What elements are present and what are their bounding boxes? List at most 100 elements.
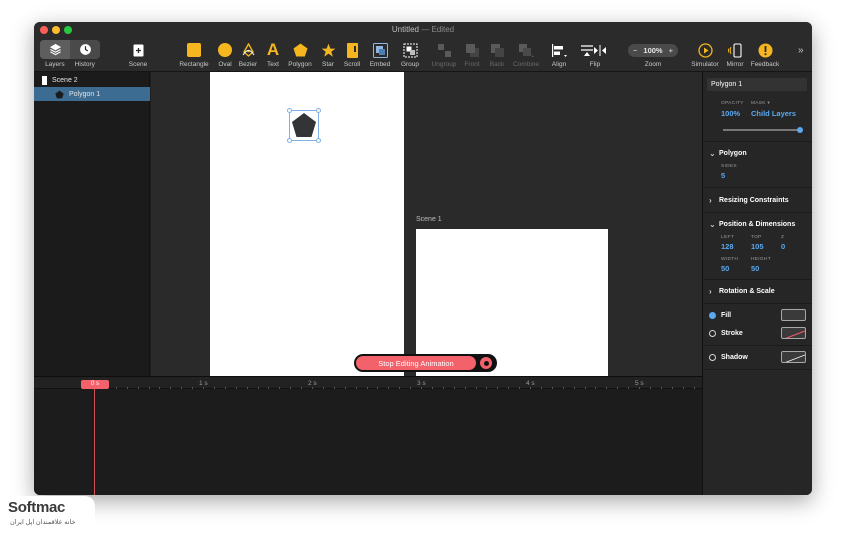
resize-handle[interactable] — [316, 108, 321, 113]
timeline-ruler[interactable]: 1 s 2 s 3 s 4 s 5 s — [34, 377, 702, 389]
ruler-minor-tick — [562, 387, 564, 389]
ruler-minor-tick — [584, 387, 586, 389]
sides-value[interactable]: 5 — [721, 171, 725, 180]
zoom-value[interactable]: 100% — [643, 46, 662, 55]
text-tool[interactable]: A Text — [263, 38, 283, 72]
ruler-minor-tick — [453, 387, 455, 389]
ruler-minor-tick — [399, 387, 401, 389]
ruler-minor-tick — [410, 387, 412, 389]
ruler-minor-tick — [355, 387, 357, 389]
ruler-minor-tick — [312, 387, 313, 389]
alert-icon — [758, 43, 772, 57]
ruler-minor-tick — [628, 387, 630, 389]
shadow-toggle[interactable]: Shadow — [709, 354, 748, 361]
chevron-right-icon: › — [709, 196, 712, 205]
layer-row-scene-2[interactable]: Scene 2 — [34, 73, 150, 87]
ruler-minor-tick — [181, 387, 183, 389]
simulator-button[interactable]: Simulator — [690, 38, 720, 72]
scroll-tool[interactable]: Scroll — [341, 38, 363, 72]
mask-value[interactable]: Child Layers — [751, 109, 796, 118]
opacity-slider[interactable] — [723, 126, 803, 133]
section-resizing-constraints[interactable]: › Resizing Constraints — [709, 196, 789, 205]
fill-toggle[interactable]: Fill — [709, 312, 731, 319]
zoom-out-button[interactable]: − — [633, 46, 637, 55]
mirror-button[interactable]: Mirror — [723, 38, 747, 72]
stroke-toggle[interactable]: Stroke — [709, 330, 743, 337]
rectangle-tool[interactable]: Rectangle — [177, 38, 211, 72]
ruler-minor-tick — [649, 387, 651, 389]
mask-dropdown[interactable]: MASK ▾ — [751, 101, 770, 106]
inspector-panel: Polygon 1 OPACITY MASK ▾ 100% Child Laye… — [702, 72, 812, 495]
layer-row-polygon-1[interactable]: Polygon 1 — [34, 87, 150, 101]
ruler-minor-tick — [170, 387, 172, 389]
stop-editing-animation-button[interactable]: Stop Editing Animation — [356, 356, 476, 370]
ruler-minor-tick — [115, 387, 117, 389]
canvas[interactable]: Scene 1 Stop Editing Animation — [151, 72, 702, 376]
bezier-tool[interactable]: Bezier — [237, 38, 259, 72]
width-value[interactable]: 50 — [721, 264, 729, 273]
height-value[interactable]: 50 — [751, 264, 759, 273]
ruler-minor-tick — [540, 387, 542, 389]
left-value[interactable]: 128 — [721, 242, 734, 251]
star-tool[interactable]: Star — [318, 38, 338, 72]
ruler-minor-tick — [301, 387, 303, 389]
ruler-minor-tick — [224, 387, 226, 389]
ungroup-tool[interactable]: Ungroup — [428, 38, 460, 72]
ruler-minor-tick — [268, 387, 270, 389]
oval-tool[interactable]: Oval — [215, 38, 235, 72]
stroke-color-swatch[interactable] — [781, 327, 806, 339]
resize-handle[interactable] — [287, 138, 292, 143]
layer-name-field[interactable]: Polygon 1 — [707, 78, 807, 91]
opacity-value[interactable]: 100% — [721, 109, 740, 118]
section-rotation-scale[interactable]: › Rotation & Scale — [709, 287, 775, 296]
polygon-tool[interactable]: Polygon — [286, 38, 314, 72]
playhead-line[interactable] — [94, 389, 95, 495]
pen-icon — [242, 42, 254, 57]
group-tool[interactable]: Group — [398, 38, 422, 72]
zoom-in-button[interactable]: + — [669, 46, 673, 55]
section-position-dimensions[interactable]: ⌄ Position & Dimensions — [709, 220, 795, 229]
history-toggle[interactable] — [70, 40, 100, 59]
artboard-label-scene-1[interactable]: Scene 1 — [416, 216, 442, 223]
selected-polygon[interactable] — [287, 108, 321, 143]
embed-tool[interactable]: Embed — [367, 38, 393, 72]
layers-toggle[interactable] — [40, 40, 70, 59]
align-tool[interactable]: Align — [547, 38, 571, 72]
feedback-button[interactable]: Feedback — [748, 38, 782, 72]
no-color-slash-icon — [785, 354, 805, 362]
align-icon — [551, 43, 567, 57]
star-icon — [321, 43, 335, 57]
ruler-minor-tick — [192, 387, 194, 389]
toolbar-overflow-button[interactable]: » — [798, 45, 804, 56]
ruler-minor-tick — [322, 387, 324, 389]
polygon-shape — [292, 113, 316, 137]
title-bar: Untitled — Edited — [34, 22, 812, 38]
history-label: History — [74, 61, 95, 68]
opacity-slider-knob[interactable] — [797, 126, 803, 133]
resize-handle[interactable] — [287, 108, 292, 113]
scene-tool[interactable]: Scene — [126, 38, 150, 72]
front-tool[interactable]: Front — [461, 38, 483, 72]
flip-tool[interactable]: Flip — [578, 38, 612, 72]
combine-tool[interactable]: Combine — [511, 38, 541, 72]
top-value[interactable]: 105 — [751, 242, 764, 251]
timeline[interactable]: 1 s 2 s 3 s 4 s 5 s 0 s — [34, 376, 702, 495]
section-polygon[interactable]: ⌄ Polygon — [709, 149, 747, 158]
window-title: Untitled — Edited — [391, 25, 455, 34]
record-icon[interactable] — [480, 357, 492, 369]
fill-color-swatch[interactable] — [781, 309, 806, 321]
z-value[interactable]: 0 — [781, 242, 785, 251]
shadow-color-swatch[interactable] — [781, 351, 806, 363]
checkbox-empty-icon — [709, 330, 716, 337]
back-tool[interactable]: Back — [486, 38, 508, 72]
resize-handle[interactable] — [316, 138, 321, 143]
ruler-minor-tick — [693, 387, 695, 389]
scroll-icon — [346, 42, 358, 58]
playhead[interactable]: 0 s — [81, 380, 109, 389]
chevron-right-icon: › — [709, 287, 712, 296]
ruler-minor-tick — [246, 387, 248, 389]
ruler-minor-tick — [519, 387, 521, 389]
ruler-minor-tick — [377, 387, 379, 389]
watermark-logo: Softmac — [8, 499, 66, 516]
layers-icon — [49, 43, 61, 56]
